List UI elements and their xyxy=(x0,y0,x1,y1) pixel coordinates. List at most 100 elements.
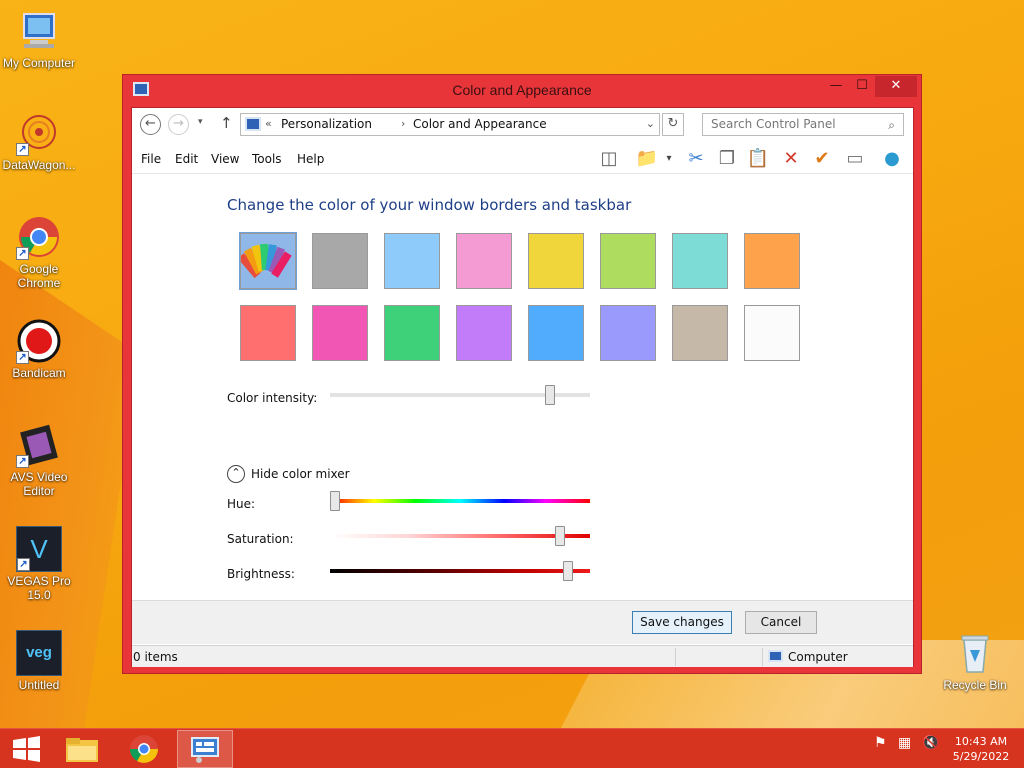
forward-button[interactable]: → xyxy=(168,114,189,135)
menu-view[interactable]: View xyxy=(211,152,239,166)
network-icon[interactable]: ▦ xyxy=(898,735,911,751)
bandicam-icon: ↗ xyxy=(16,318,62,364)
brightness-slider[interactable] xyxy=(330,560,590,582)
recent-locations-dropdown[interactable]: ▾ xyxy=(198,117,203,127)
saturation-slider-track[interactable] xyxy=(330,534,590,538)
swatch-blue[interactable] xyxy=(528,305,584,361)
desktop-icon-datawagon[interactable]: ↗ DataWagon... xyxy=(0,110,78,172)
cancel-button[interactable]: Cancel xyxy=(745,611,817,634)
window-titlebar[interactable]: Color and Appearance — ☐ ✕ xyxy=(123,75,921,107)
folder-dropdown-icon[interactable]: ▾ xyxy=(663,147,675,171)
checkmark-icon[interactable]: ✔ xyxy=(810,147,834,171)
hue-label: Hue: xyxy=(227,497,256,511)
swatch-periwinkle[interactable] xyxy=(600,305,656,361)
hue-slider-track[interactable] xyxy=(330,499,590,503)
menu-tools[interactable]: Tools xyxy=(252,152,282,166)
saturation-slider[interactable] xyxy=(330,525,590,547)
swatch-white[interactable] xyxy=(744,305,800,361)
taskbar-chrome[interactable] xyxy=(116,730,172,768)
desktop-icon-bandicam[interactable]: ↗ Bandicam xyxy=(0,318,78,380)
vegas-icon: V ↗ xyxy=(16,526,62,572)
swatch-red[interactable] xyxy=(240,305,296,361)
shortcut-arrow-icon: ↗ xyxy=(16,247,29,260)
swatch-yellow[interactable] xyxy=(528,233,584,289)
color-palette-icon xyxy=(237,243,292,279)
breadcrumb-separator[interactable]: › xyxy=(401,117,405,130)
cut-icon[interactable]: ✂ xyxy=(684,147,708,171)
delete-icon[interactable]: ✕ xyxy=(779,147,803,171)
copy-icon[interactable]: ❐ xyxy=(715,147,739,171)
brightness-slider-track[interactable] xyxy=(330,569,590,573)
taskbar-control-panel[interactable] xyxy=(177,730,233,768)
swatch-light-blue[interactable] xyxy=(384,233,440,289)
swatch-green[interactable] xyxy=(384,305,440,361)
brightness-slider-thumb[interactable] xyxy=(563,561,573,581)
action-center-flag-icon[interactable]: ⚑ xyxy=(874,735,887,751)
save-changes-button[interactable]: Save changes xyxy=(632,611,732,634)
volume-muted-icon[interactable]: 🔇 xyxy=(922,735,939,751)
collapse-mixer-icon[interactable]: ⌃ xyxy=(227,465,245,483)
desktop-icon-avs-video-editor[interactable]: ↗ AVS Video Editor xyxy=(0,422,78,498)
refresh-button[interactable]: ↻ xyxy=(662,113,684,136)
color-intensity-slider[interactable] xyxy=(330,384,590,406)
paste-icon[interactable]: 📋 xyxy=(746,147,770,171)
desktop-icon-google-chrome[interactable]: ↗ Google Chrome xyxy=(0,214,78,290)
breadcrumb-personalization[interactable]: Personalization xyxy=(281,117,372,131)
hide-color-mixer-link[interactable]: Hide color mixer xyxy=(251,467,350,481)
status-divider xyxy=(762,648,763,666)
swatch-magenta[interactable] xyxy=(312,305,368,361)
intensity-slider-thumb[interactable] xyxy=(545,385,555,405)
menu-edit[interactable]: Edit xyxy=(175,152,198,166)
swatch-taupe[interactable] xyxy=(672,305,728,361)
desktop-icon-my-computer[interactable]: My Computer xyxy=(0,8,78,70)
search-input[interactable]: Search Control Panel ⌕ xyxy=(702,113,904,136)
address-dropdown-icon[interactable]: ⌄ xyxy=(646,117,655,130)
up-button[interactable]: ↑ xyxy=(220,114,233,132)
back-button[interactable]: ← xyxy=(140,114,161,135)
system-clock[interactable]: 10:43 AM 5/29/2022 xyxy=(950,734,1012,764)
clock-time: 10:43 AM xyxy=(954,735,1008,748)
address-bar[interactable]: « Personalization › Color and Appearance… xyxy=(240,113,660,136)
folder-options-icon[interactable]: 📁 xyxy=(635,147,659,171)
pane-layout-icon[interactable]: ◫ xyxy=(597,147,621,171)
window-client: ← → ▾ ↑ « Personalization › Color and Ap… xyxy=(131,107,914,667)
hue-slider[interactable] xyxy=(330,490,590,512)
menu-file[interactable]: File xyxy=(141,152,161,166)
desktop-icon-untitled[interactable]: veg Untitled xyxy=(0,630,78,692)
search-icon[interactable]: ⌕ xyxy=(888,118,895,133)
control-panel-window: Color and Appearance — ☐ ✕ ← → ▾ ↑ « Per… xyxy=(122,74,922,674)
desktop-icon-label: Untitled xyxy=(18,678,60,692)
color-intensity-label: Color intensity: xyxy=(227,391,318,405)
start-button[interactable] xyxy=(0,730,56,768)
desktop-icon-vegas-pro[interactable]: V ↗ VEGAS Pro 15.0 xyxy=(0,526,78,602)
menu-help[interactable]: Help xyxy=(297,152,324,166)
desktop-icon-label: Recycle Bin xyxy=(943,678,1007,692)
swatch-auto[interactable] xyxy=(237,232,297,290)
saturation-label: Saturation: xyxy=(227,532,294,546)
swatch-orange[interactable] xyxy=(744,233,800,289)
swatch-lime[interactable] xyxy=(600,233,656,289)
swatch-purple[interactable] xyxy=(456,305,512,361)
breadcrumb-overflow[interactable]: « xyxy=(265,117,272,130)
minimize-button[interactable]: — xyxy=(823,76,849,97)
swatch-teal[interactable] xyxy=(672,233,728,289)
close-button[interactable]: ✕ xyxy=(875,76,917,97)
status-location: Computer xyxy=(788,650,848,664)
breadcrumb-color-and-appearance[interactable]: Color and Appearance xyxy=(413,117,547,131)
maximize-button[interactable]: ☐ xyxy=(849,76,875,97)
desktop-icon-recycle-bin[interactable]: Recycle Bin xyxy=(936,630,1014,692)
taskbar: ⚑ ▦ 🔇 10:43 AM 5/29/2022 xyxy=(0,728,1024,768)
address-row: ← → ▾ ↑ « Personalization › Color and Ap… xyxy=(132,108,913,142)
desktop-icon-label: Bandicam xyxy=(12,366,66,380)
chrome-icon: ↗ xyxy=(16,214,62,260)
saturation-slider-thumb[interactable] xyxy=(555,526,565,546)
swatch-gray[interactable] xyxy=(312,233,368,289)
swatch-pink[interactable] xyxy=(456,233,512,289)
shortcut-arrow-icon: ↗ xyxy=(16,351,29,364)
chrome-icon xyxy=(130,735,158,763)
desktop-icon-label: AVS Video Editor xyxy=(10,470,68,498)
shell-icon[interactable]: ● xyxy=(880,147,904,171)
hue-slider-thumb[interactable] xyxy=(330,491,340,511)
taskbar-file-explorer[interactable] xyxy=(54,730,110,768)
properties-icon[interactable]: ▭ xyxy=(843,147,867,171)
